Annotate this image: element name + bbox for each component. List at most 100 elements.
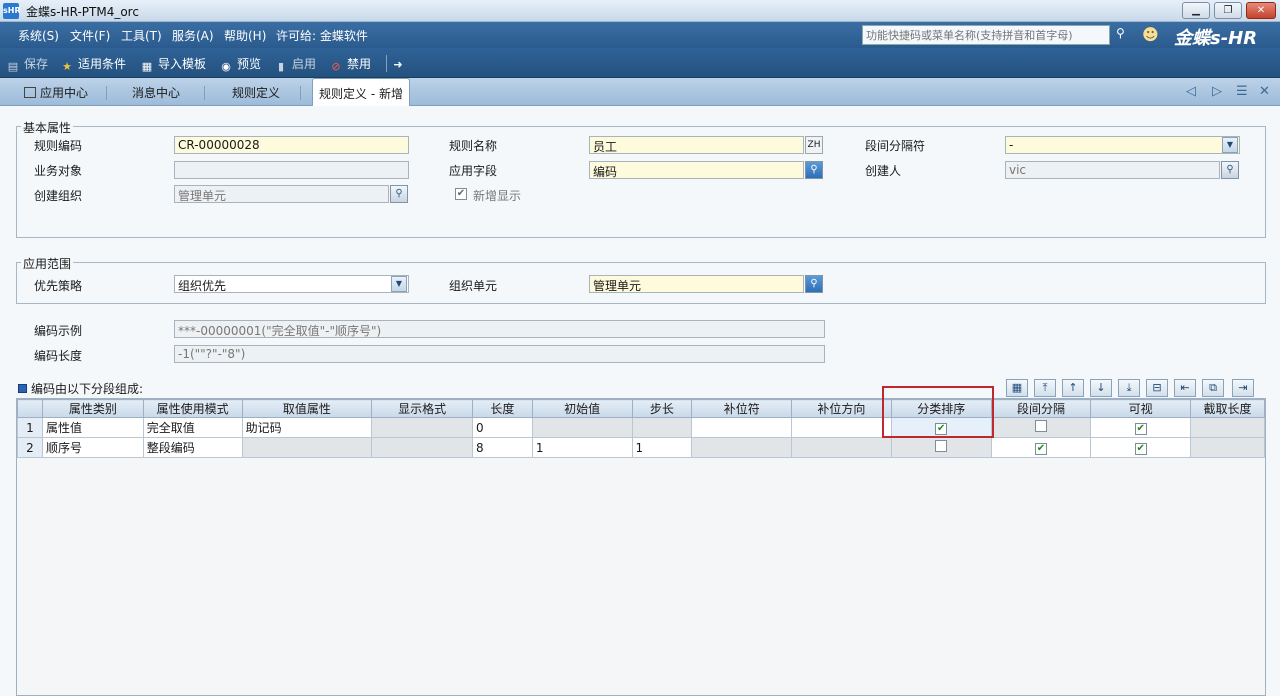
grid-insert-row-icon[interactable]: ▦ <box>1006 379 1028 397</box>
cell-format[interactable] <box>371 437 473 458</box>
applicable-conditions-button[interactable]: ★ 适用条件 <box>60 55 126 74</box>
cell-mode[interactable]: 完全取值 <box>142 417 243 438</box>
tab-list-icon[interactable]: ☰ <box>1236 84 1248 99</box>
close-tab-icon[interactable]: ✕ <box>1259 84 1270 99</box>
row-number: 1 <box>17 417 43 438</box>
rule-name-field[interactable]: 员工 <box>589 136 804 154</box>
restore-button[interactable]: ❐ <box>1214 2 1242 19</box>
cell-pad-dir[interactable] <box>791 437 892 458</box>
import-template-button[interactable]: ▦ 导入模板 <box>140 55 206 74</box>
cell-pad-dir[interactable] <box>791 417 892 438</box>
sort-checkbox[interactable] <box>935 440 948 452</box>
close-window-button[interactable]: ✕ <box>1246 2 1276 19</box>
disable-button[interactable]: ⊘ 禁用 <box>329 55 371 74</box>
col-header-length[interactable]: 长度 <box>471 399 533 418</box>
save-button[interactable]: ▤ 保存 <box>6 55 48 74</box>
create-org-field[interactable]: 管理单元 <box>174 185 389 203</box>
col-header-mode[interactable]: 属性使用模式 <box>142 399 243 418</box>
col-header-pad-dir[interactable]: 补位方向 <box>791 399 892 418</box>
col-header-format[interactable]: 显示格式 <box>371 399 473 418</box>
cell-type[interactable]: 顺序号 <box>41 437 144 458</box>
cell-sort[interactable] <box>890 437 992 458</box>
cell-step[interactable] <box>631 417 693 438</box>
tab-app-center[interactable]: 应用中心 <box>24 84 88 101</box>
col-header-value-attr[interactable]: 取值属性 <box>241 399 373 418</box>
priority-dropdown-icon[interactable]: ▼ <box>391 276 407 292</box>
cell-sep[interactable]: ✔ <box>990 437 1092 458</box>
rule-code-field[interactable]: CR-00000028 <box>174 136 409 154</box>
delete-row-icon[interactable]: ⊟ <box>1146 379 1168 397</box>
cell-value-attr[interactable]: 助记码 <box>241 417 373 438</box>
cell-format[interactable] <box>371 417 473 438</box>
sep-checkbox[interactable] <box>1034 420 1047 432</box>
cell-visible[interactable]: ✔ <box>1090 437 1191 458</box>
apply-field-picker-icon[interactable]: ⚲ <box>805 161 823 179</box>
col-header-rownum <box>17 399 43 418</box>
move-bottom-icon[interactable]: ⤓ <box>1118 379 1140 397</box>
cell-length[interactable]: 8 <box>471 437 533 458</box>
preview-button[interactable]: ◉ 预览 <box>219 55 261 74</box>
menu-help[interactable]: 帮助(H) <box>224 27 266 44</box>
creator-field[interactable]: vic <box>1005 161 1220 179</box>
exit-button[interactable]: ➜ <box>386 55 409 72</box>
search-input[interactable] <box>862 25 1110 45</box>
col-header-cut[interactable]: 截取长度 <box>1190 399 1265 418</box>
col-header-sep[interactable]: 段间分隔 <box>990 399 1092 418</box>
org-unit-field[interactable]: 管理单元 <box>589 275 804 293</box>
tab-rule-definition[interactable]: 规则定义 <box>232 84 280 101</box>
insert-before-icon[interactable]: ⇤ <box>1174 379 1196 397</box>
cell-step[interactable]: 1 <box>631 437 693 458</box>
code-length-label: 编码长度 <box>34 349 83 363</box>
separator-dropdown-icon[interactable]: ▼ <box>1222 137 1238 153</box>
creator-picker-icon[interactable]: ⚲ <box>1221 161 1239 179</box>
col-header-visible[interactable]: 可视 <box>1090 399 1191 418</box>
cell-type[interactable]: 属性值 <box>41 417 144 438</box>
table-row[interactable]: 2 顺序号 整段编码 8 1 1 ✔ ✔ <box>17 437 1265 458</box>
cell-init[interactable]: 1 <box>531 437 633 458</box>
cell-pad[interactable] <box>691 437 793 458</box>
cell-cut[interactable] <box>1190 437 1265 458</box>
visible-checkbox[interactable]: ✔ <box>1134 423 1147 435</box>
move-down-icon[interactable]: ↓ <box>1090 379 1112 397</box>
user-icon[interactable]: ☻ <box>1142 25 1164 45</box>
cell-cut[interactable] <box>1190 417 1265 438</box>
tab-next-icon[interactable]: ▷ <box>1212 84 1222 99</box>
cell-visible[interactable]: ✔ <box>1090 417 1191 438</box>
business-object-field[interactable] <box>174 161 409 179</box>
menu-file[interactable]: 文件(F) <box>70 27 110 44</box>
move-up-icon[interactable]: ↑ <box>1062 379 1084 397</box>
new-display-checkbox[interactable]: ✔ <box>455 188 467 200</box>
tab-rule-definition-new[interactable]: 规则定义 - 新增 <box>312 78 410 106</box>
tab-message-center[interactable]: 消息中心 <box>132 84 180 101</box>
cell-sep[interactable] <box>990 417 1092 438</box>
cell-pad[interactable] <box>691 417 793 438</box>
org-unit-picker-icon[interactable]: ⚲ <box>805 275 823 293</box>
cell-length[interactable]: 0 <box>471 417 533 438</box>
search-icon[interactable]: ⚲ <box>1116 26 1130 42</box>
menu-tools[interactable]: 工具(T) <box>121 27 162 44</box>
cell-init[interactable] <box>531 417 633 438</box>
priority-select[interactable]: 组织优先 <box>174 275 409 293</box>
insert-after-icon[interactable]: ⇥ <box>1232 379 1254 397</box>
col-header-type[interactable]: 属性类别 <box>41 399 144 418</box>
cell-mode[interactable]: 整段编码 <box>142 437 243 458</box>
create-org-picker-icon[interactable]: ⚲ <box>390 185 408 203</box>
visible-checkbox[interactable]: ✔ <box>1134 443 1147 455</box>
table-row[interactable]: 1 属性值 完全取值 助记码 0 ✔ ✔ <box>17 417 1265 438</box>
col-header-init[interactable]: 初始值 <box>531 399 633 418</box>
apply-field-input[interactable]: 编码 <box>589 161 804 179</box>
move-top-icon[interactable]: ⤒ <box>1034 379 1056 397</box>
language-zh-button[interactable]: ZH <box>805 136 823 154</box>
cell-value-attr[interactable] <box>241 437 373 458</box>
col-header-step[interactable]: 步长 <box>631 399 693 418</box>
separator-select[interactable]: - <box>1005 136 1240 154</box>
tab-prev-icon[interactable]: ◁ <box>1186 84 1196 99</box>
sep-checkbox[interactable]: ✔ <box>1034 443 1047 455</box>
copy-row-icon[interactable]: ⧉ <box>1202 379 1224 397</box>
minimize-button[interactable]: ▁ <box>1182 2 1210 19</box>
col-header-pad[interactable]: 补位符 <box>691 399 793 418</box>
rule-code-label: 规则编码 <box>34 139 83 153</box>
menu-service[interactable]: 服务(A) <box>172 27 214 44</box>
menu-system[interactable]: 系统(S) <box>18 27 59 44</box>
enable-button[interactable]: ▮ 启用 <box>274 55 316 74</box>
